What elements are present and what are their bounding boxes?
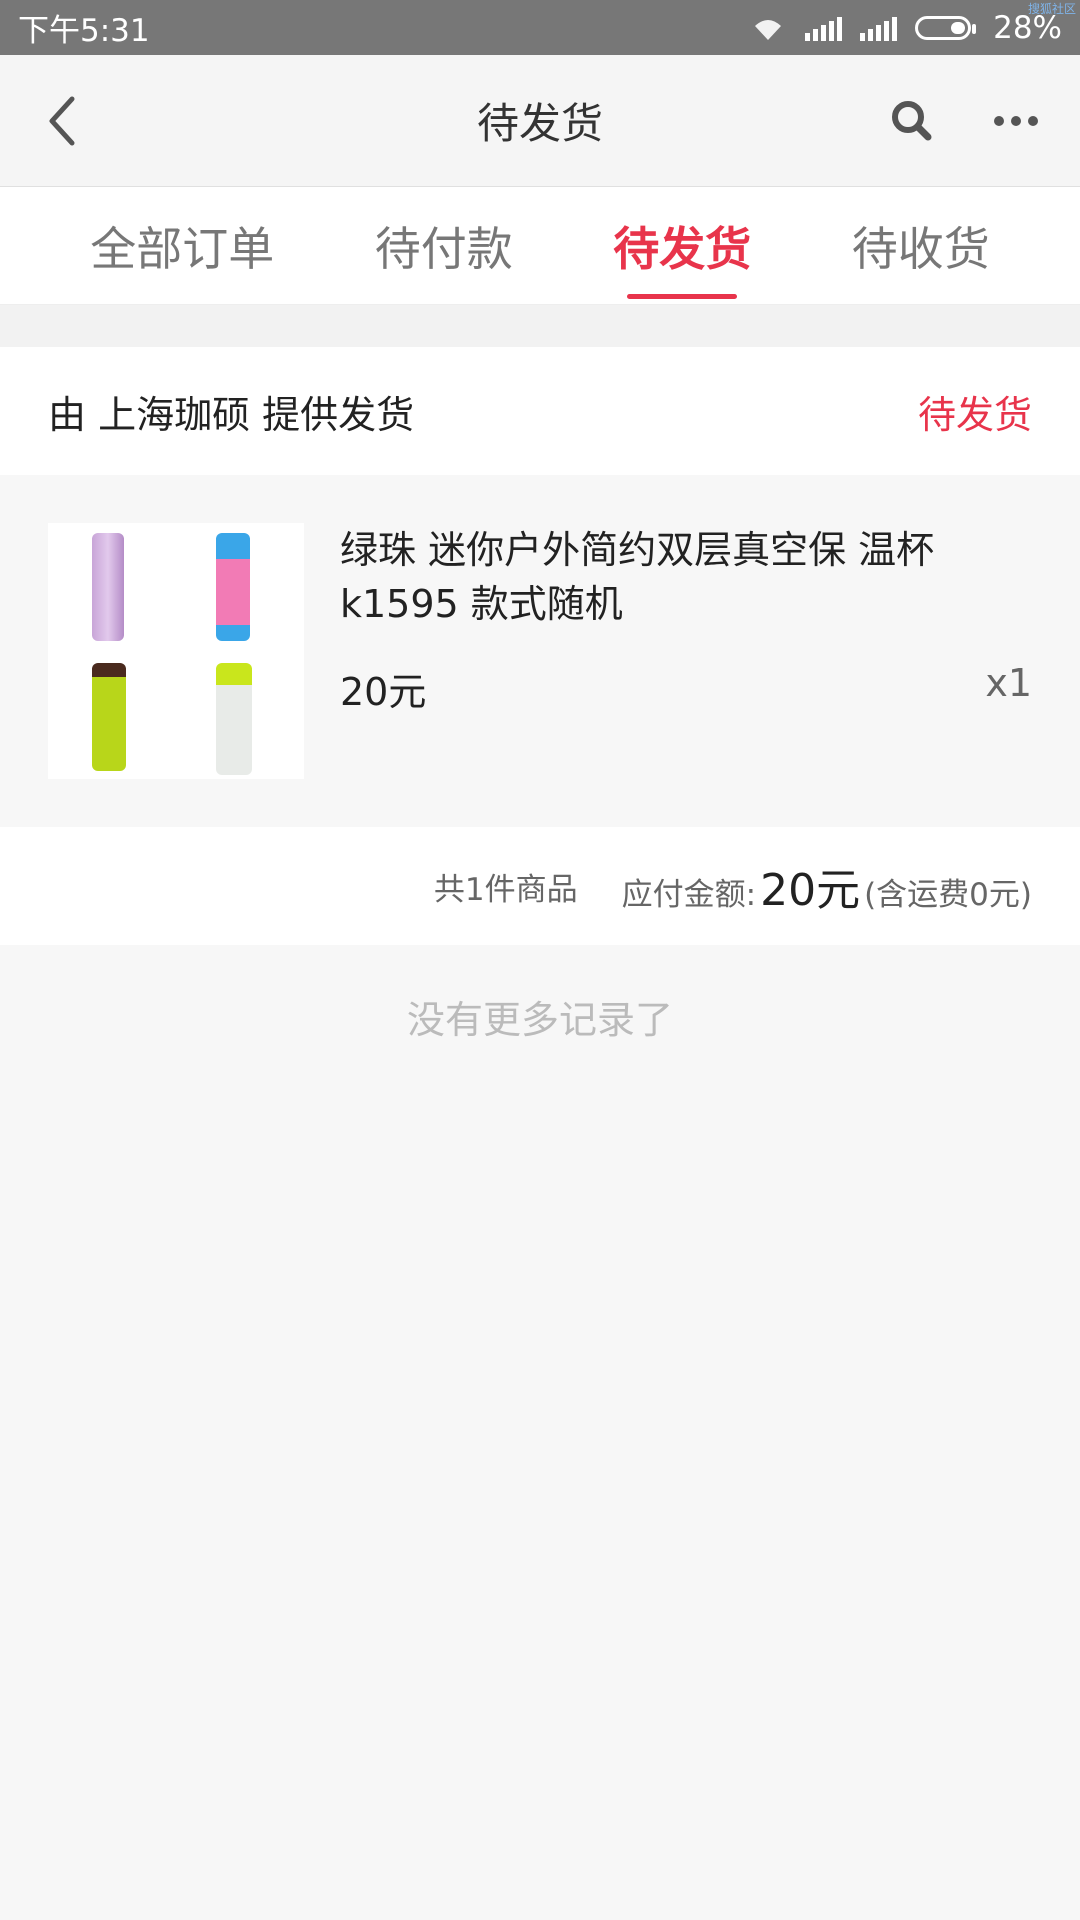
search-icon — [892, 100, 932, 140]
tab-pending-receipt[interactable]: 待收货 — [842, 187, 1000, 305]
status-right: 28% — [749, 10, 1062, 46]
order-tabs: 全部订单 待付款 待发货 待收货 — [0, 187, 1080, 305]
item-count: 共1件商品 — [433, 871, 578, 908]
order-status: 待发货 — [917, 392, 1032, 437]
bottle-purple — [92, 533, 124, 641]
bottle-pink — [216, 533, 250, 641]
bottle-green — [92, 663, 126, 771]
pay-label: 应付金额: — [621, 877, 757, 913]
tab-pending-shipment[interactable]: 待发货 — [603, 187, 761, 305]
order-product[interactable]: 绿珠 迷你户外简约双层真空保 温杯 k1595 款式随机 20元 x1 — [0, 475, 1080, 827]
more-icon — [994, 115, 1038, 126]
status-time: 下午5:31 — [18, 13, 150, 49]
product-quantity: x1 — [985, 661, 1032, 705]
title-bar: 待发货 — [0, 55, 1080, 187]
signal-icon-2 — [860, 15, 898, 41]
title-actions — [884, 93, 1044, 149]
battery-icon — [915, 15, 977, 40]
product-name: 绿珠 迷你户外简约双层真空保 温杯 k1595 款式随机 — [340, 528, 935, 626]
tab-pending-payment[interactable]: 待付款 — [365, 187, 523, 305]
wifi-icon — [755, 19, 782, 40]
status-icons — [749, 14, 977, 42]
order-header: 由 上海珈硕 提供发货 待发货 — [0, 347, 1080, 475]
shipper-label: 由 上海珈硕 提供发货 — [48, 392, 415, 437]
bottle-clear — [216, 663, 252, 775]
product-info: 绿珠 迷你户外简约双层真空保 温杯 k1595 款式随机 20元 x1 — [340, 523, 1032, 779]
no-more-records: 没有更多记录了 — [406, 998, 673, 1042]
section-gap — [0, 305, 1080, 347]
tab-all-orders[interactable]: 全部订单 — [80, 187, 284, 305]
signal-icon — [805, 15, 843, 41]
status-bar: 下午5:31 28% 搜狐社区 — [0, 0, 1080, 55]
product-image — [48, 523, 304, 779]
watermark: 搜狐社区 — [1027, 2, 1076, 16]
order-summary: 共1件商品 应付金额: 20元 (含运费0元) — [0, 827, 1080, 945]
back-icon — [49, 96, 75, 145]
product-price: 20元 — [340, 670, 427, 714]
shipping-note: (含运费0元) — [864, 877, 1032, 913]
pay-amount: 20元 — [760, 865, 861, 916]
more-button[interactable] — [988, 93, 1044, 149]
pay-amount-group: 应付金额: 20元 (含运费0元) — [622, 854, 1032, 918]
back-button[interactable] — [36, 91, 86, 151]
search-button[interactable] — [884, 93, 940, 149]
price-row: 20元 x1 — [340, 661, 1032, 716]
